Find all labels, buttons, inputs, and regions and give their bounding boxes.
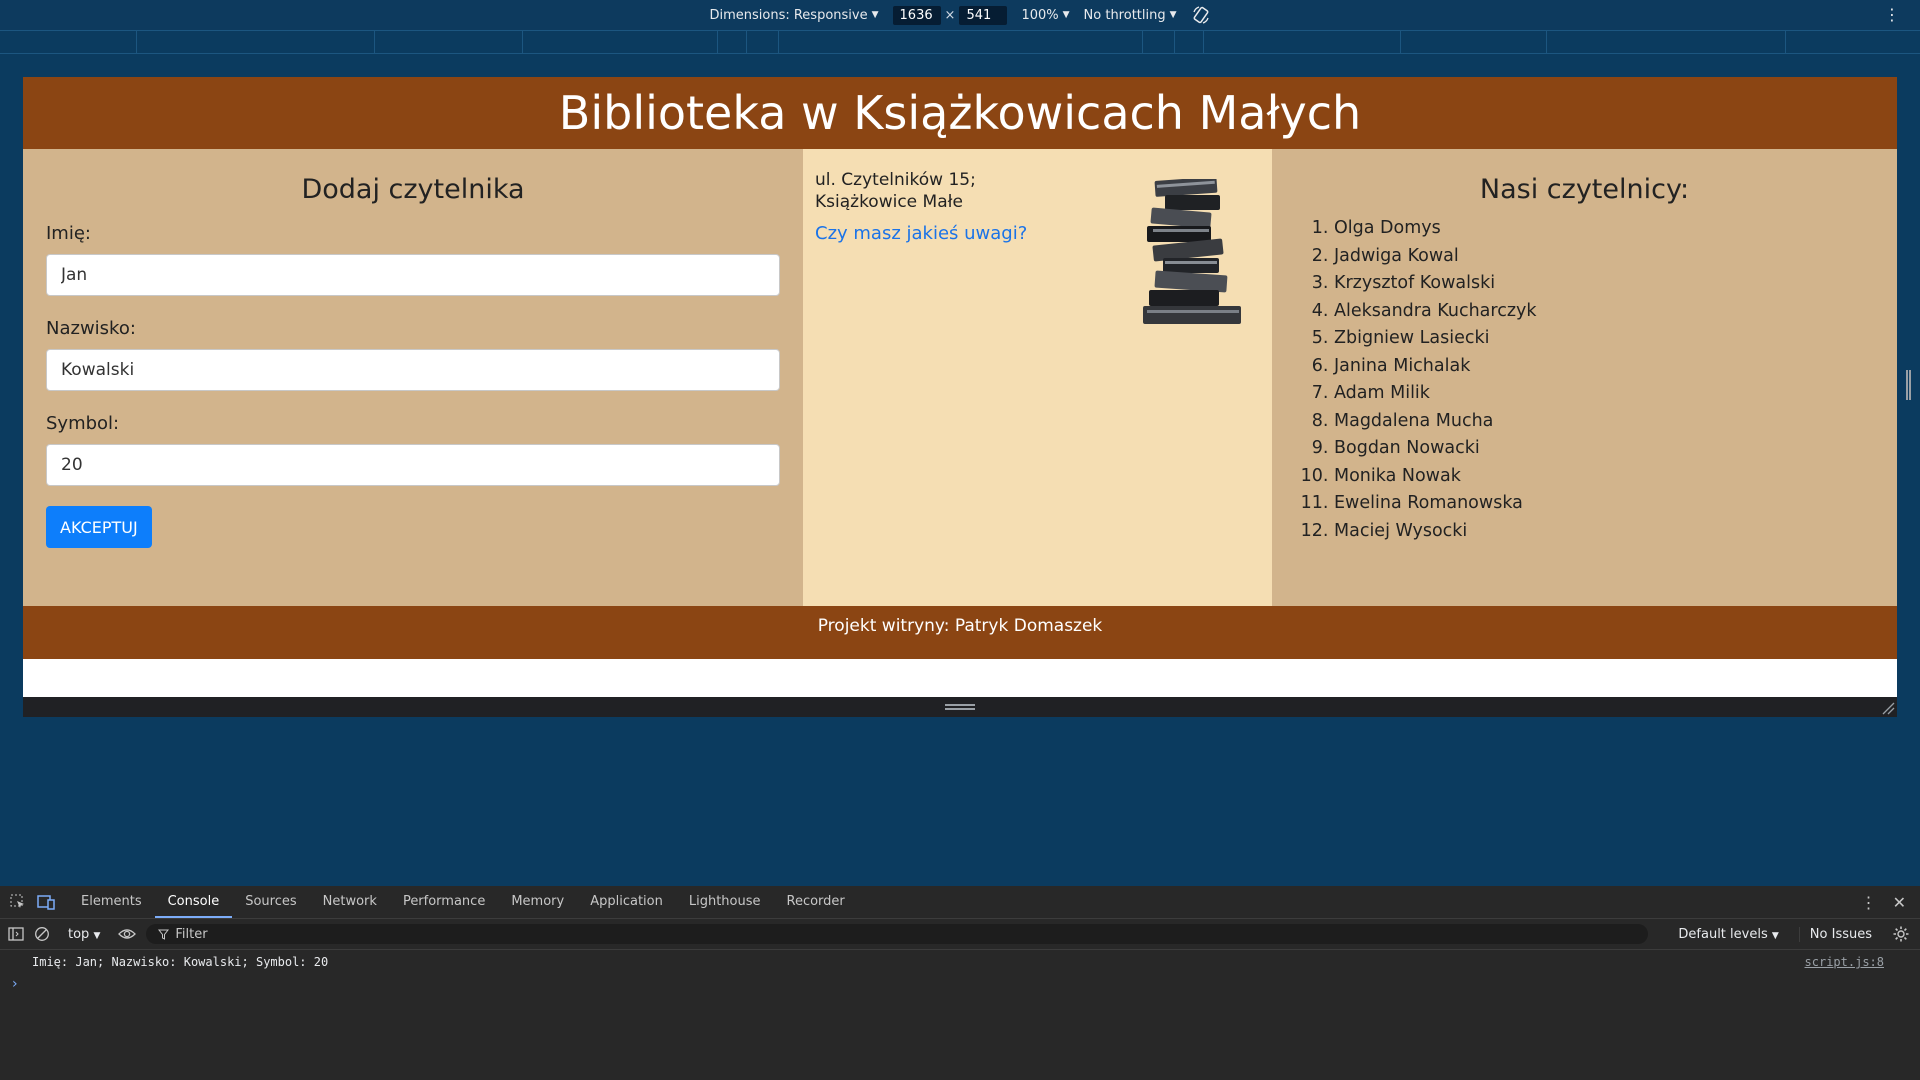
tab-performance[interactable]: Performance bbox=[390, 886, 498, 918]
add-reader-heading: Dodaj czytelnika bbox=[301, 174, 525, 205]
emulated-viewport: Biblioteka w Książkowicach Małych Dodaj … bbox=[23, 77, 1897, 697]
dimensions-dropdown[interactable]: Dimensions: Responsive ▼ bbox=[709, 8, 878, 23]
first-name-field[interactable] bbox=[46, 254, 780, 296]
zoom-label: 100% bbox=[1021, 7, 1059, 23]
book-stack-image bbox=[1143, 179, 1241, 324]
filter-icon bbox=[158, 929, 170, 940]
caret-down-icon: ▼ bbox=[871, 10, 879, 20]
throttling-label: No throttling bbox=[1083, 7, 1166, 23]
tab-application[interactable]: Application bbox=[577, 886, 676, 918]
caret-down-icon: ▼ bbox=[1771, 930, 1779, 941]
log-source-link[interactable]: script.js:8 bbox=[1805, 950, 1884, 974]
filter-placeholder: Filter bbox=[175, 926, 208, 942]
context-dropdown[interactable]: top ▼ bbox=[60, 927, 108, 942]
site-main: Dodaj czytelnika Imię: Nazwisko: Symbol:… bbox=[23, 149, 1897, 606]
last-name-field[interactable] bbox=[46, 349, 780, 391]
inspect-element-icon[interactable] bbox=[8, 892, 28, 912]
first-name-label: Imię: bbox=[46, 223, 91, 244]
readers-list: Olga Domys Jadwiga Kowal Krzysztof Kowal… bbox=[1292, 215, 1877, 545]
add-reader-section: Dodaj czytelnika Imię: Nazwisko: Symbol:… bbox=[23, 149, 803, 606]
console-filter-input[interactable]: Filter bbox=[146, 924, 1649, 944]
list-item: Jadwiga Kowal bbox=[1334, 243, 1877, 271]
tab-recorder[interactable]: Recorder bbox=[774, 886, 858, 918]
list-item: Ewelina Romanowska bbox=[1334, 490, 1877, 518]
dimensions-label: Dimensions: Responsive bbox=[709, 7, 868, 23]
list-item: Bogdan Nowacki bbox=[1334, 435, 1877, 463]
page-title: Biblioteka w Książkowicach Małych bbox=[558, 86, 1362, 140]
resize-corner-icon[interactable] bbox=[1881, 701, 1895, 715]
list-item: Janina Michalak bbox=[1334, 353, 1877, 381]
viewport-resize-bar[interactable] bbox=[23, 697, 1897, 717]
readers-heading: Nasi czytelnicy: bbox=[1479, 174, 1690, 205]
accept-button[interactable]: AKCEPTUJ bbox=[46, 506, 152, 548]
throttling-dropdown[interactable]: No throttling ▼ bbox=[1084, 8, 1177, 23]
rotate-icon[interactable] bbox=[1191, 5, 1211, 25]
caret-down-icon: ▼ bbox=[93, 930, 101, 941]
tab-network[interactable]: Network bbox=[310, 886, 390, 918]
devtools-panel: Elements Console Sources Network Perform… bbox=[0, 886, 1920, 1080]
list-item: Zbigniew Lasiecki bbox=[1334, 325, 1877, 353]
list-item: Maciej Wysocki bbox=[1334, 518, 1877, 546]
devtools-tabbar: Elements Console Sources Network Perform… bbox=[0, 886, 1920, 919]
clear-console-icon[interactable] bbox=[34, 926, 50, 942]
tab-sources[interactable]: Sources bbox=[232, 886, 309, 918]
tab-memory[interactable]: Memory bbox=[498, 886, 577, 918]
more-options-icon[interactable]: ⋮ bbox=[1884, 5, 1900, 24]
site-header: Biblioteka w Książkowicach Małych bbox=[23, 77, 1897, 149]
log-message: Imię: Jan; Nazwisko: Kowalski; Symbol: 2… bbox=[32, 955, 329, 969]
tab-console[interactable]: Console bbox=[154, 886, 233, 918]
drag-handle-icon[interactable] bbox=[945, 704, 975, 710]
media-query-ruler bbox=[0, 30, 1920, 54]
list-item: Adam Milik bbox=[1334, 380, 1877, 408]
list-item: Krzysztof Kowalski bbox=[1334, 270, 1877, 298]
last-name-label: Nazwisko: bbox=[46, 318, 136, 339]
site-footer: Projekt witryny: Patryk Domaszek bbox=[23, 606, 1897, 659]
readers-section: Nasi czytelnicy: Olga Domys Jadwiga Kowa… bbox=[1272, 149, 1897, 606]
list-item: Magdalena Mucha bbox=[1334, 408, 1877, 436]
devtools-menu-icon[interactable]: ⋮ bbox=[1861, 893, 1877, 912]
footer-credit: Projekt witryny: Patryk Domaszek bbox=[817, 615, 1103, 636]
console-toolbar: top ▼ Filter Default levels ▼ No Issues bbox=[0, 919, 1920, 950]
side-resize-handle-icon[interactable] bbox=[1906, 370, 1911, 400]
live-expression-eye-icon[interactable] bbox=[118, 927, 137, 941]
caret-down-icon: ▼ bbox=[1062, 10, 1070, 20]
address-section: ul. Czytelników 15; Książkowice Małe Czy… bbox=[803, 149, 1272, 606]
list-item: Olga Domys bbox=[1334, 215, 1877, 243]
console-log-entry: Imię: Jan; Nazwisko: Kowalski; Symbol: 2… bbox=[0, 950, 1920, 974]
close-icon[interactable]: ✕ bbox=[1893, 893, 1906, 912]
device-toolbar-icon[interactable] bbox=[36, 892, 56, 912]
symbol-label: Symbol: bbox=[46, 413, 120, 434]
list-item: Aleksandra Kucharczyk bbox=[1334, 298, 1877, 326]
width-input[interactable]: 1636 bbox=[892, 5, 941, 25]
console-settings-gear-icon[interactable] bbox=[1892, 925, 1910, 943]
zoom-dropdown[interactable]: 100% ▼ bbox=[1021, 8, 1069, 23]
list-item: Monika Nowak bbox=[1334, 463, 1877, 491]
times-sign: × bbox=[944, 7, 956, 23]
tab-elements[interactable]: Elements bbox=[68, 886, 155, 918]
console-prompt[interactable]: › bbox=[0, 974, 1920, 994]
height-input[interactable]: 541 bbox=[959, 5, 1008, 25]
device-toolbar: Dimensions: Responsive ▼ 1636 × 541 100%… bbox=[0, 0, 1920, 30]
tab-lighthouse[interactable]: Lighthouse bbox=[676, 886, 774, 918]
issues-counter[interactable]: No Issues bbox=[1798, 926, 1882, 942]
log-levels-label: Default levels bbox=[1678, 926, 1768, 942]
symbol-field[interactable] bbox=[46, 444, 780, 486]
context-label: top bbox=[68, 926, 90, 942]
log-levels-dropdown[interactable]: Default levels ▼ bbox=[1668, 927, 1788, 942]
caret-down-icon: ▼ bbox=[1169, 10, 1177, 20]
sidebar-toggle-icon[interactable] bbox=[8, 926, 24, 942]
